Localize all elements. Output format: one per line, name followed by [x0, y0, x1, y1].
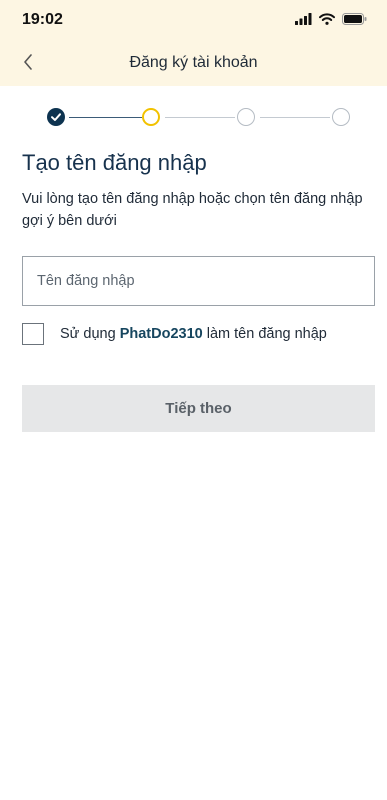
wifi-icon	[319, 13, 335, 25]
status-icons	[295, 13, 367, 25]
battery-icon	[342, 13, 367, 25]
step-connector	[260, 116, 330, 118]
use-suggested-username-checkbox[interactable]	[22, 323, 44, 345]
header-area: 19:02 Đăng ký tài khoản	[0, 0, 387, 86]
nav-bar: Đăng ký tài khoản	[0, 40, 387, 86]
signal-icon	[295, 13, 312, 25]
step-1-complete-icon	[47, 108, 65, 126]
step-3-icon	[237, 108, 255, 126]
page-description: Vui lòng tạo tên đăng nhập hoặc chọn tên…	[22, 191, 363, 229]
step-connector	[69, 116, 142, 118]
suggested-username: PhatDo2310	[119, 326, 203, 342]
suggestion-suffix: làm tên đăng nhập	[206, 326, 327, 342]
step-connector	[165, 116, 235, 118]
step-2-active-icon	[142, 108, 160, 126]
page-title: Tạo tên đăng nhập	[22, 150, 207, 175]
username-input[interactable]	[22, 256, 375, 306]
status-time: 19:02	[22, 11, 63, 28]
suggested-username-label: Sử dụng PhatDo2310 làm tên đăng nhập	[60, 326, 327, 342]
progress-stepper	[47, 108, 350, 128]
step-4-icon	[332, 108, 350, 126]
status-bar: 19:02	[0, 0, 387, 40]
suggested-username-option: Sử dụng PhatDo2310 làm tên đăng nhập	[22, 322, 327, 346]
next-button[interactable]: Tiếp theo	[22, 385, 375, 432]
nav-title: Đăng ký tài khoản	[129, 54, 258, 71]
suggestion-prefix: Sử dụng	[60, 326, 116, 342]
